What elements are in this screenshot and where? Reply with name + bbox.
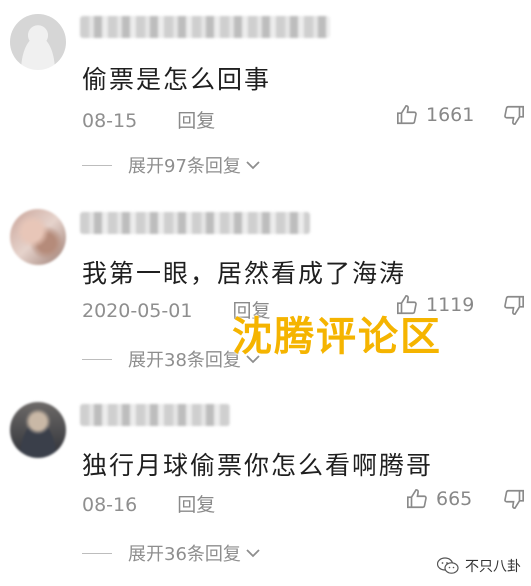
like-button[interactable]: 665 [406, 488, 472, 510]
avatar[interactable] [10, 402, 66, 458]
watermark-title: 沈腾评论区 [232, 314, 442, 360]
reply-button[interactable]: 回复 [177, 494, 215, 516]
comment-date: 2020-05-01 [82, 300, 193, 322]
thumbs-up-icon [406, 488, 428, 510]
like-count: 665 [436, 488, 473, 510]
username-blurred[interactable] [80, 212, 310, 234]
expand-replies-label: 展开38条回复 [128, 350, 241, 371]
comment-meta: 08-16 回复 [82, 490, 215, 517]
brand-label: 不只八卦 [465, 559, 521, 575]
comment-text: 我第一眼，居然看成了海涛 [82, 259, 407, 288]
wechat-icon [436, 557, 459, 575]
like-button[interactable]: 1661 [396, 104, 474, 126]
like-count: 1661 [426, 104, 475, 126]
avatar[interactable] [10, 14, 66, 70]
avatar[interactable] [10, 209, 66, 265]
thumbs-down-icon [503, 294, 525, 316]
reply-button[interactable]: 回复 [177, 110, 215, 132]
dislike-button[interactable] [503, 294, 525, 316]
dislike-button[interactable] [503, 104, 525, 126]
thumbs-down-icon [503, 488, 525, 510]
comment-meta: 08-15 回复 [82, 106, 215, 133]
expand-replies-label: 展开36条回复 [128, 544, 241, 565]
expand-replies[interactable]: 展开36条回复 [82, 540, 261, 566]
divider-line [82, 358, 112, 360]
brand-watermark: 不只八卦 [436, 556, 521, 576]
comment-text: 偷票是怎么回事 [82, 65, 272, 94]
username-blurred[interactable] [80, 16, 330, 38]
chevron-down-icon [245, 155, 261, 176]
comment-text: 独行月球偷票你怎么看啊腾哥 [82, 451, 434, 480]
thumbs-up-icon [396, 104, 418, 126]
divider-line [82, 164, 112, 166]
thumbs-down-icon [503, 104, 525, 126]
expand-replies[interactable]: 展开97条回复 [82, 152, 261, 178]
divider-line [82, 552, 112, 554]
username-blurred[interactable] [80, 404, 230, 426]
comment-date: 08-15 [82, 110, 138, 132]
chevron-down-icon [245, 543, 261, 564]
comment-date: 08-16 [82, 494, 138, 516]
dislike-button[interactable] [503, 488, 525, 510]
expand-replies-label: 展开97条回复 [128, 156, 241, 177]
